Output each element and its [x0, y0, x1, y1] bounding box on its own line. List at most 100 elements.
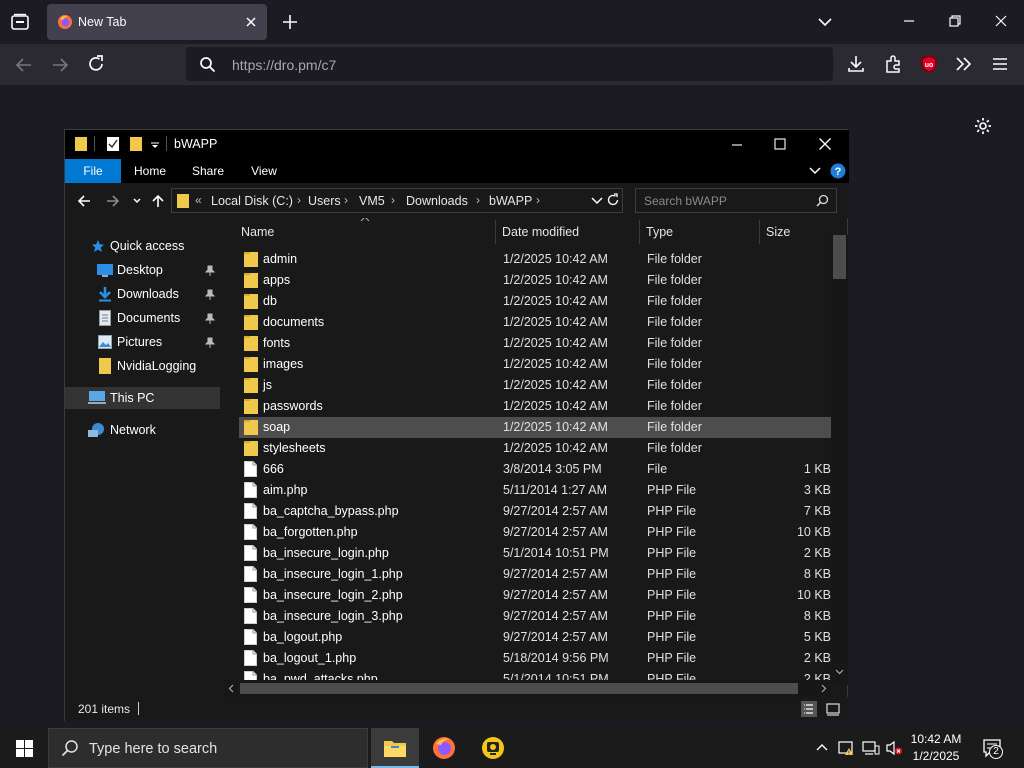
explorer-minimize-icon[interactable]: [730, 138, 744, 152]
url-bar[interactable]: https://dro.pm/c7: [186, 47, 833, 81]
minimize-icon[interactable]: [902, 14, 916, 28]
horizontal-scrollbar[interactable]: [224, 680, 831, 697]
security-warning-icon[interactable]: !: [838, 739, 856, 757]
taskbar-search-box[interactable]: Type here to search: [48, 728, 368, 768]
taskbar-firefox[interactable]: [420, 728, 468, 768]
nav-network[interactable]: Network: [65, 419, 220, 441]
help-icon[interactable]: ?: [830, 163, 846, 179]
explorer-search-box[interactable]: Search bWAPP: [635, 188, 837, 213]
close-tab-icon[interactable]: [244, 15, 258, 29]
file-row[interactable]: ba_insecure_login_2.php 9/27/2014 2:57 AM…: [239, 585, 831, 606]
recent-locations-icon[interactable]: [132, 196, 142, 206]
nav-desktop[interactable]: Desktop: [65, 259, 220, 281]
file-row[interactable]: ba_logout.php 9/27/2014 2:57 AM PHP File 5 …: [239, 627, 831, 648]
nav-nvidialogging[interactable]: NvidiaLogging: [65, 355, 220, 377]
folder-row[interactable]: fonts 1/2/2025 10:42 AM File folder: [239, 333, 831, 354]
pin-icon[interactable]: [205, 337, 215, 349]
address-bar[interactable]: « Local Disk (C:) › Users › VM5 › Downlo…: [171, 188, 623, 213]
column-divider[interactable]: [759, 220, 760, 244]
nav-quick-access[interactable]: Quick access: [65, 235, 220, 257]
nav-downloads[interactable]: Downloads: [65, 283, 220, 305]
file-row[interactable]: ba_captcha_bypass.php 9/27/2014 2:57 AM PH…: [239, 501, 831, 522]
scroll-down-icon[interactable]: [835, 669, 844, 675]
breadcrumb-users[interactable]: Users: [308, 194, 341, 208]
overflow-chevron-icon[interactable]: [954, 55, 974, 73]
notifications-icon[interactable]: 2: [982, 738, 1006, 760]
gear-icon[interactable]: [973, 116, 993, 136]
horizontal-scroll-thumb[interactable]: [240, 683, 798, 694]
folder-row[interactable]: stylesheets 1/2/2025 10:42 AM File folder: [239, 438, 831, 459]
explorer-forward-icon[interactable]: [105, 193, 121, 209]
breadcrumb-downloads[interactable]: Downloads: [406, 194, 468, 208]
close-window-icon[interactable]: [994, 14, 1008, 28]
ribbon-tab-view[interactable]: View: [239, 159, 289, 183]
folder-row[interactable]: js 1/2/2025 10:42 AM File folder: [239, 375, 831, 396]
nav-pictures[interactable]: Pictures: [65, 331, 220, 353]
reload-icon[interactable]: [86, 54, 106, 74]
file-row[interactable]: ba_insecure_login.php 5/1/2014 10:51 PM PH…: [239, 543, 831, 564]
refresh-icon[interactable]: [606, 193, 620, 207]
column-type[interactable]: Type: [646, 225, 673, 239]
taskbar-app-yellow[interactable]: [469, 728, 517, 768]
new-folder-icon[interactable]: [129, 136, 143, 152]
file-row[interactable]: ba_logout_1.php 5/18/2014 9:56 PM PHP File…: [239, 648, 831, 669]
tab-new-tab[interactable]: New Tab: [47, 4, 267, 40]
file-row[interactable]: aim.php 5/11/2014 1:27 AM PHP File 3 KB: [239, 480, 831, 501]
properties-icon[interactable]: [106, 136, 120, 152]
folder-row[interactable]: passwords 1/2/2025 10:42 AM File folder: [239, 396, 831, 417]
expand-ribbon-icon[interactable]: [809, 166, 821, 176]
folder-row[interactable]: db 1/2/2025 10:42 AM File folder: [239, 291, 831, 312]
list-all-tabs-icon[interactable]: [817, 14, 833, 30]
file-row[interactable]: 666 3/8/2014 3:05 PM File 1 KB: [239, 459, 831, 480]
ribbon-tab-share[interactable]: Share: [183, 159, 233, 183]
firefox-view-icon[interactable]: [10, 12, 30, 32]
ublock-origin-icon[interactable]: uo: [919, 54, 939, 74]
network-status-icon[interactable]: [862, 740, 880, 756]
ribbon-tab-home[interactable]: Home: [125, 159, 175, 183]
scroll-right-icon[interactable]: [821, 684, 827, 693]
extensions-icon[interactable]: [883, 54, 903, 74]
folder-row[interactable]: soap 1/2/2025 10:42 AM File folder: [239, 417, 831, 438]
nav-documents[interactable]: Documents: [65, 307, 220, 329]
back-icon[interactable]: [14, 55, 34, 75]
column-divider[interactable]: [639, 220, 640, 244]
nav-this-pc[interactable]: This PC: [65, 387, 220, 409]
pin-icon[interactable]: [205, 313, 215, 325]
taskbar-clock[interactable]: 10:42 AM 1/2/2025: [904, 731, 968, 765]
url-text[interactable]: https://dro.pm/c7: [232, 57, 336, 73]
windows-start-icon[interactable]: [16, 740, 33, 757]
ribbon-tab-file[interactable]: File: [65, 159, 121, 183]
show-hidden-icons-chevron-icon[interactable]: [815, 742, 829, 752]
column-name[interactable]: Name: [241, 225, 274, 239]
pin-icon[interactable]: [205, 265, 215, 277]
explorer-close-icon[interactable]: [818, 137, 832, 151]
restore-icon[interactable]: [948, 14, 962, 28]
details-view-icon[interactable]: [801, 701, 817, 717]
breadcrumb-vm5[interactable]: VM5: [359, 194, 385, 208]
forward-icon[interactable]: [50, 55, 70, 75]
volume-muted-icon[interactable]: [885, 740, 903, 756]
scroll-left-icon[interactable]: [228, 684, 234, 693]
folder-row[interactable]: apps 1/2/2025 10:42 AM File folder: [239, 270, 831, 291]
quick-access-dropdown-icon[interactable]: [150, 140, 160, 150]
downloads-icon[interactable]: [846, 54, 866, 74]
breadcrumb-prefix[interactable]: «: [195, 193, 202, 207]
breadcrumb-local-disk[interactable]: Local Disk (C:): [211, 194, 293, 208]
vertical-scroll-thumb[interactable]: [833, 235, 846, 279]
large-icons-view-icon[interactable]: [825, 701, 841, 717]
folder-row[interactable]: admin 1/2/2025 10:42 AM File folder: [239, 249, 831, 270]
folder-row[interactable]: images 1/2/2025 10:42 AM File folder: [239, 354, 831, 375]
column-date-modified[interactable]: Date modified: [502, 225, 579, 239]
pin-icon[interactable]: [205, 289, 215, 301]
up-folder-icon[interactable]: [150, 193, 166, 209]
taskbar-file-explorer[interactable]: [371, 728, 419, 768]
file-row[interactable]: ba_forgotten.php 9/27/2014 2:57 AM PHP Fil…: [239, 522, 831, 543]
address-history-icon[interactable]: [591, 196, 603, 206]
vertical-scrollbar[interactable]: [831, 235, 848, 685]
explorer-back-icon[interactable]: [76, 193, 92, 209]
folder-row[interactable]: documents 1/2/2025 10:42 AM File folder: [239, 312, 831, 333]
file-row[interactable]: ba_insecure_login_3.php 9/27/2014 2:57 AM…: [239, 606, 831, 627]
app-menu-icon[interactable]: [990, 55, 1010, 73]
breadcrumb-bwapp[interactable]: bWAPP: [489, 194, 532, 208]
new-tab-icon[interactable]: [281, 13, 299, 31]
